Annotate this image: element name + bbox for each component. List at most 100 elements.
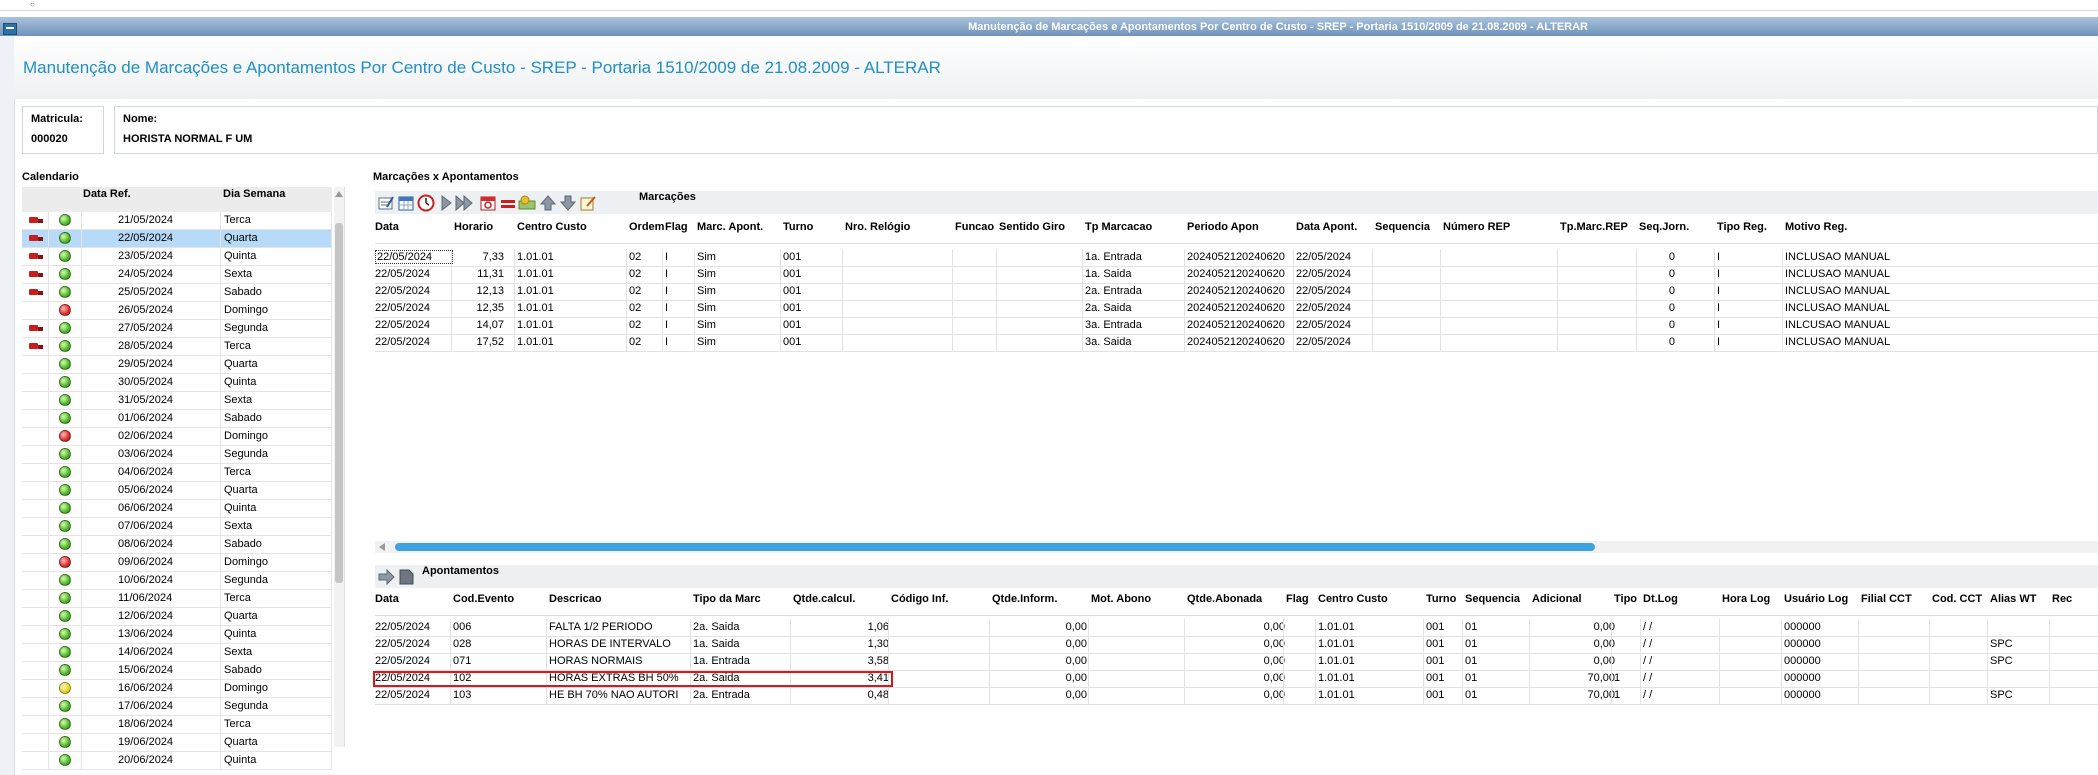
marcacoes-col-7[interactable]: Nro. Relógio [845, 221, 910, 233]
apontamentos-col-16[interactable]: Hora Log [1722, 593, 1770, 605]
marcacoes-row[interactable]: 22/05/2024 17,52 1.01.01 02 I Sim 001 3a. Saida… [375, 334, 2098, 352]
marcacoes-row[interactable]: 22/05/2024 7,33 1.01.01 02 I Sim 001 1a. Entrad… [375, 249, 2098, 267]
arrow-up-icon[interactable] [539, 194, 557, 212]
apontamentos-col-12[interactable]: Sequencia [1465, 593, 1520, 605]
calendar-row[interactable]: 12/06/2024 Quarta [22, 608, 332, 626]
calendar-row[interactable]: 09/06/2024 Domingo [22, 554, 332, 572]
apontamentos-col-11[interactable]: Turno [1426, 593, 1456, 605]
calendar-row[interactable]: 19/06/2024 Quarta [22, 734, 332, 752]
apontamentos-row[interactable]: 22/05/2024 071 HORAS NORMAIS 1a. Entrada 3,5… [375, 653, 2098, 671]
equals-icon[interactable] [499, 194, 517, 212]
play-next-icon[interactable] [437, 194, 455, 212]
calendar-row[interactable]: 03/06/2024 Segunda [22, 446, 332, 464]
refresh-calendar-icon[interactable] [479, 194, 497, 212]
calendar-row[interactable]: 18/06/2024 Terca [22, 716, 332, 734]
calendar-row[interactable]: 20/06/2024 Quinta [22, 752, 332, 770]
apontamentos-col-15[interactable]: Dt.Log [1643, 593, 1678, 605]
calendar-col-dia-semana[interactable]: Dia Semana [223, 188, 285, 200]
marcacoes-col-16[interactable]: Seq.Jorn. [1639, 221, 1689, 233]
calendar-row[interactable]: 05/06/2024 Quarta [22, 482, 332, 500]
calendar-row[interactable]: 02/06/2024 Domingo [22, 428, 332, 446]
calendar-row[interactable]: 10/06/2024 Segunda [22, 572, 332, 590]
document-icon[interactable] [397, 568, 415, 586]
calendar-row[interactable]: 04/06/2024 Terca [22, 464, 332, 482]
calendar-row[interactable]: 26/05/2024 Domingo [22, 302, 332, 320]
marcacoes-row[interactable]: 22/05/2024 14,07 1.01.01 02 I Sim 001 3a. Entra… [375, 317, 2098, 335]
calendar-row[interactable]: 27/05/2024 Segunda [22, 320, 332, 338]
calendar-row[interactable]: 15/06/2024 Sabado [22, 662, 332, 680]
calendar-row[interactable]: 30/05/2024 Quinta [22, 374, 332, 392]
marcacoes-col-3[interactable]: Ordem [629, 221, 664, 233]
marcacoes-col-8[interactable]: Funcao [955, 221, 994, 233]
apontamentos-col-6[interactable]: Qtde.Inform. [992, 593, 1057, 605]
apontamentos-col-4[interactable]: Qtde.calcul. [793, 593, 855, 605]
calendar-row[interactable]: 13/06/2024 Quinta [22, 626, 332, 644]
calendar-row[interactable]: 07/06/2024 Sexta [22, 518, 332, 536]
calendar-row[interactable]: 25/05/2024 Sabado [22, 284, 332, 302]
marcacoes-row[interactable]: 22/05/2024 12,35 1.01.01 02 I Sim 001 2a. Saida… [375, 300, 2098, 318]
apontamentos-col-7[interactable]: Mot. Abono [1091, 593, 1151, 605]
apontamentos-col-18[interactable]: Filial CCT [1861, 593, 1912, 605]
apontamentos-col-14[interactable]: Tipo [1614, 593, 1637, 605]
marcacoes-col-0[interactable]: Data [375, 221, 399, 233]
calendar-row[interactable]: 23/05/2024 Quinta [22, 248, 332, 266]
marcacoes-col-6[interactable]: Turno [783, 221, 813, 233]
money-icon[interactable] [517, 194, 536, 212]
apontamentos-col-19[interactable]: Cod. CCT [1932, 593, 1982, 605]
marcacoes-col-11[interactable]: Periodo Apon [1187, 221, 1259, 233]
calendar-row[interactable]: 24/05/2024 Sexta [22, 266, 332, 284]
calendar-row[interactable]: 29/05/2024 Quarta [22, 356, 332, 374]
apontamentos-col-1[interactable]: Cod.Evento [453, 593, 514, 605]
marcacoes-col-4[interactable]: Flag [665, 221, 688, 233]
apontamentos-col-5[interactable]: Código Inf. [891, 593, 948, 605]
calendar-row[interactable]: 21/05/2024 Terca [22, 212, 332, 230]
apontamentos-col-10[interactable]: Centro Custo [1318, 593, 1388, 605]
scroll-up-icon[interactable] [335, 191, 343, 197]
calendar-scrollbar[interactable] [334, 187, 344, 747]
arrow-right-icon[interactable] [377, 568, 395, 586]
marcacoes-row[interactable]: 22/05/2024 12,13 1.01.01 02 I Sim 001 2a. Entra… [375, 283, 2098, 301]
marcacoes-col-10[interactable]: Tp Marcacao [1085, 221, 1152, 233]
apontamentos-col-20[interactable]: Alias WT [1990, 593, 2036, 605]
apontamentos-col-2[interactable]: Descricao [549, 593, 602, 605]
apontamentos-col-17[interactable]: Usuário Log [1784, 593, 1848, 605]
marcacoes-col-9[interactable]: Sentido Giro [999, 221, 1065, 233]
apontamentos-col-13[interactable]: Adicional [1532, 593, 1582, 605]
apontamentos-row[interactable]: 22/05/2024 006 FALTA 1/2 PERIODO 2a. Saida 1… [375, 619, 2098, 637]
calendar-row[interactable]: 08/06/2024 Sabado [22, 536, 332, 554]
clock-icon[interactable] [417, 194, 435, 212]
marcacoes-scroll-thumb[interactable] [395, 543, 1595, 551]
calendar-row[interactable]: 16/06/2024 Domingo [22, 680, 332, 698]
apontamentos-row[interactable]: 22/05/2024 103 HE BH 70% NAO AUTORI 2a. Ent… [375, 687, 2098, 705]
arrow-down-icon[interactable] [559, 194, 577, 212]
apontamentos-col-0[interactable]: Data [375, 593, 399, 605]
fast-forward-icon[interactable] [455, 194, 473, 212]
marcacoes-col-1[interactable]: Horario [454, 221, 493, 233]
apontamentos-col-9[interactable]: Flag [1286, 593, 1309, 605]
calendar-row[interactable]: 17/06/2024 Segunda [22, 698, 332, 716]
edit-icon[interactable] [377, 194, 395, 212]
calendar-col-data-ref[interactable]: Data Ref. [83, 188, 131, 200]
marcacoes-col-14[interactable]: Número REP [1443, 221, 1510, 233]
calendar-row[interactable]: 06/06/2024 Quinta [22, 500, 332, 518]
marcacoes-col-18[interactable]: Motivo Reg. [1785, 221, 1847, 233]
marcacoes-col-13[interactable]: Sequencia [1375, 221, 1430, 233]
marcacoes-hscrollbar[interactable] [375, 541, 2098, 553]
marcacoes-col-2[interactable]: Centro Custo [517, 221, 587, 233]
calendar-row[interactable]: 01/06/2024 Sabado [22, 410, 332, 428]
window-menu-icon[interactable] [3, 23, 17, 35]
apontamentos-row[interactable]: 22/05/2024 028 HORAS DE INTERVALO 1a. Saida… [375, 636, 2098, 654]
marcacoes-col-5[interactable]: Marc. Apont. [697, 221, 763, 233]
calendar-scroll-thumb[interactable] [335, 223, 343, 583]
note-edit-icon[interactable] [579, 194, 597, 212]
calendar-row[interactable]: 28/05/2024 Terca [22, 338, 332, 356]
calendar-row[interactable]: 31/05/2024 Sexta [22, 392, 332, 410]
marcacoes-row[interactable]: 22/05/2024 11,31 1.01.01 02 I Sim 001 1a. Saida… [375, 266, 2098, 284]
apontamentos-col-3[interactable]: Tipo da Marc [693, 593, 761, 605]
calendar-row[interactable]: 14/06/2024 Sexta [22, 644, 332, 662]
apontamentos-col-21[interactable]: Rec [2052, 593, 2072, 605]
scroll-left-icon[interactable] [379, 543, 385, 551]
calendar-icon[interactable] [397, 194, 415, 212]
marcacoes-col-12[interactable]: Data Apont. [1296, 221, 1357, 233]
apontamentos-col-8[interactable]: Qtde.Abonada [1187, 593, 1262, 605]
